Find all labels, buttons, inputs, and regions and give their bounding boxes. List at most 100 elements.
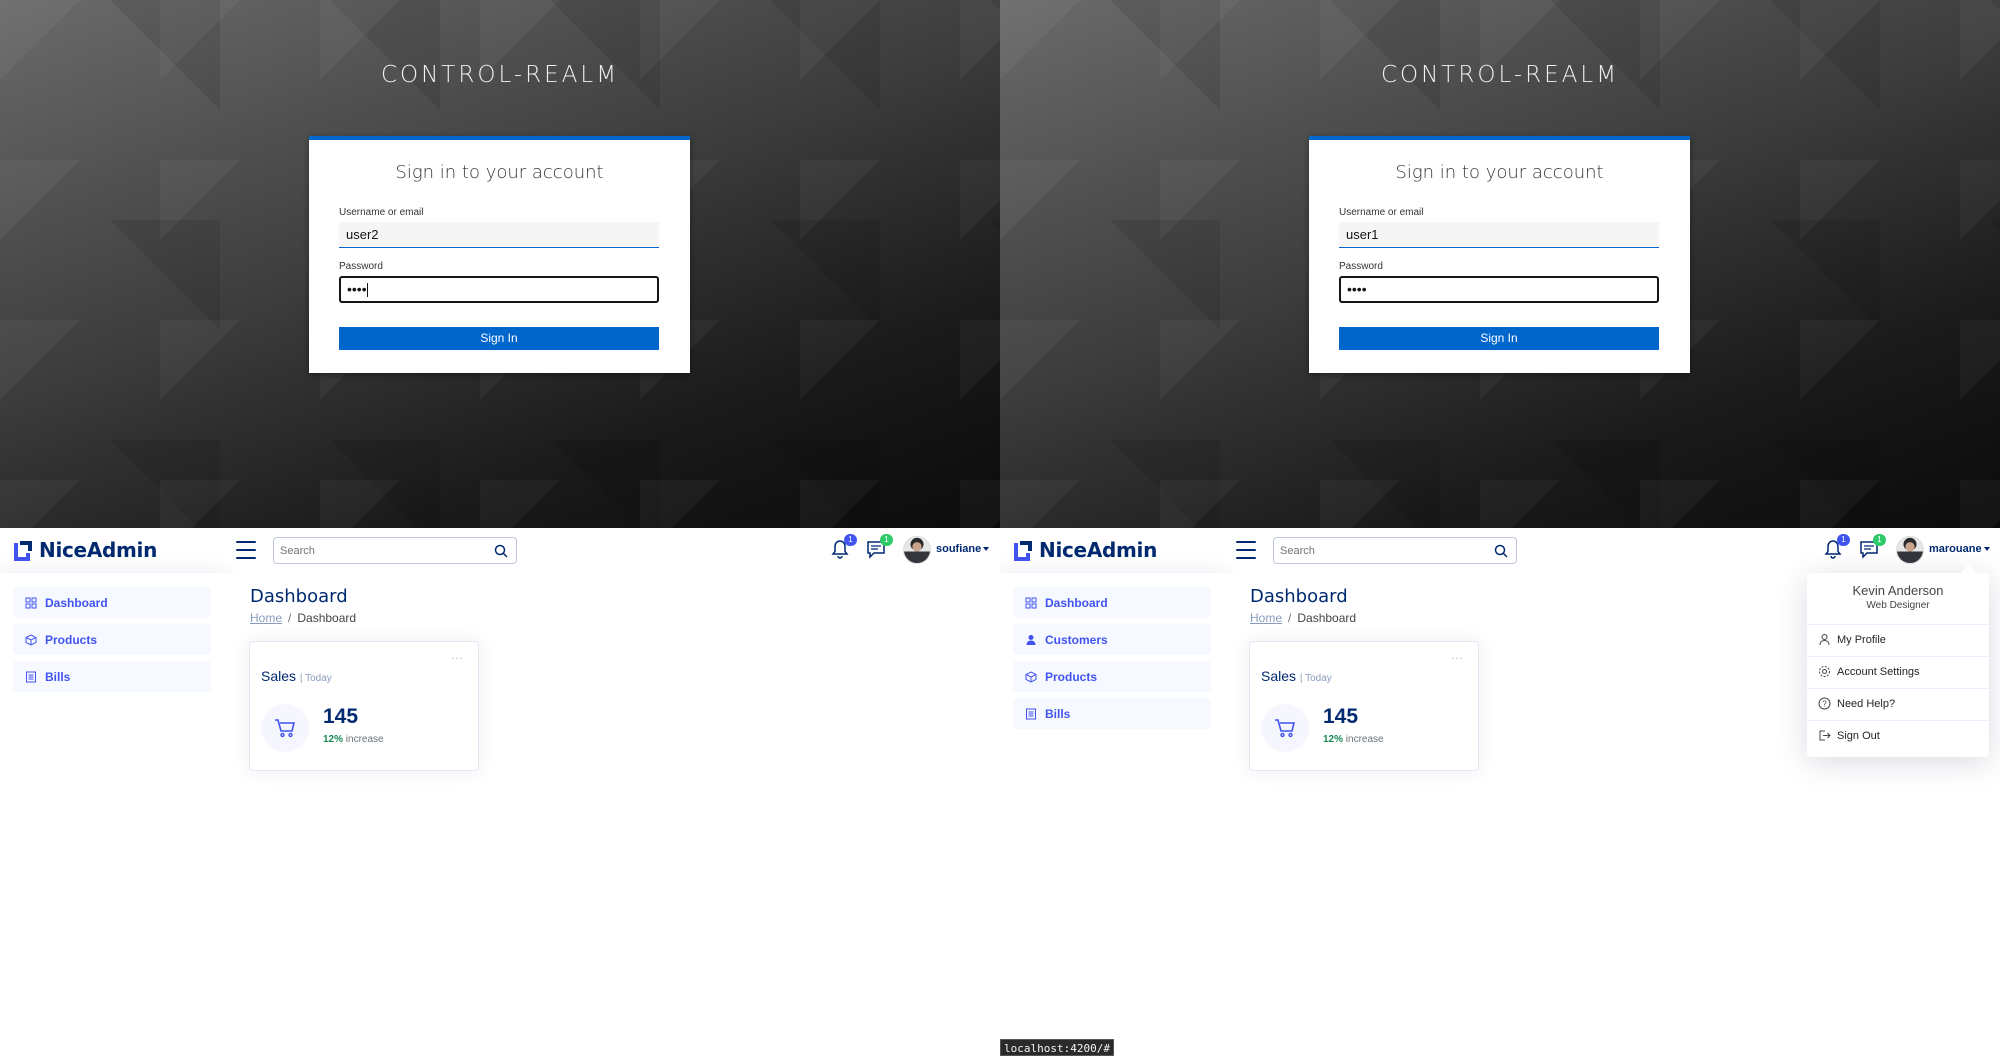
sign-out-item[interactable]: Sign Out (1818, 729, 1880, 742)
question-icon: ? (1818, 697, 1831, 710)
username-input[interactable] (339, 222, 659, 248)
logo-icon (14, 541, 32, 561)
sidebar-item-dashboard[interactable]: Dashboard (1013, 587, 1211, 618)
my-profile-label: My Profile (1837, 633, 1886, 646)
login-card: Sign in to your account Username or emai… (309, 136, 690, 373)
login-window-left: CONTROL-REALM Sign in to your account Us… (0, 0, 1000, 528)
username-label: Username or email (339, 207, 424, 218)
password-value: •••• (347, 281, 367, 297)
search-input[interactable] (280, 541, 480, 561)
toggle-sidebar-button[interactable] (1236, 541, 1256, 559)
search-icon[interactable] (1494, 544, 1508, 558)
my-profile-item[interactable]: My Profile (1818, 633, 1886, 646)
card-title: Sales | Today (1261, 668, 1332, 684)
gear-icon (1819, 666, 1830, 677)
logo[interactable]: NiceAdmin (1012, 538, 1157, 562)
divider (1807, 688, 1989, 689)
account-settings-item[interactable]: Account Settings (1818, 665, 1920, 678)
sales-change-percent: 12% (1323, 734, 1344, 745)
divider (1807, 720, 1989, 721)
notifications-button[interactable]: 1 (830, 534, 857, 560)
sales-change: 12% increase (323, 734, 384, 745)
sidebar-item-label: Products (45, 632, 98, 647)
realm-title: CONTROL-REALM (1380, 62, 1620, 88)
text-cursor (366, 283, 368, 298)
card-title: Sales | Today (261, 668, 332, 684)
logo-text: NiceAdmin (1039, 538, 1158, 562)
breadcrumb-home-link[interactable]: Home (1250, 611, 1282, 625)
logo[interactable]: NiceAdmin (12, 538, 157, 562)
sign-in-button[interactable]: Sign In (1339, 327, 1659, 350)
card-menu-icon[interactable]: ... (1451, 648, 1464, 662)
main-content: Dashboard Home / Dashboard ... Sales | T… (227, 573, 1000, 1057)
password-label: Password (339, 261, 383, 272)
search-bar (273, 537, 517, 564)
sidebar-item-bills[interactable]: Bills (1013, 698, 1211, 729)
sidebar-item-label: Bills (1045, 706, 1071, 721)
person-icon (1026, 634, 1036, 645)
breadcrumb-current: Dashboard (1297, 611, 1357, 625)
sidebar: Dashboard Customers Products Bills (1000, 573, 1227, 1057)
sales-change-percent: 12% (323, 734, 344, 745)
page-title: Dashboard (1250, 586, 1348, 607)
breadcrumb-separator: / (288, 611, 292, 625)
card-menu-icon[interactable]: ... (451, 648, 464, 662)
messages-badge: 1 (880, 534, 893, 546)
sales-change-text: increase (1345, 734, 1384, 745)
dashboard-window-left: NiceAdmin 1 1 soufiane Dashboard (0, 528, 1000, 1057)
status-bar-url: localhost:4200/# (1000, 1039, 1114, 1056)
sidebar-item-customers[interactable]: Customers (1013, 624, 1211, 655)
sidebar-item-label: Dashboard (45, 595, 108, 610)
sign-out-label: Sign Out (1837, 729, 1880, 742)
profile-username[interactable]: soufiane (936, 543, 981, 555)
breadcrumb: Home / Dashboard (1250, 611, 1356, 625)
chevron-down-icon[interactable] (983, 547, 989, 551)
search-icon[interactable] (494, 544, 508, 558)
breadcrumb-home-link[interactable]: Home (250, 611, 282, 625)
realm-title: CONTROL-REALM (380, 62, 620, 88)
search-input[interactable] (1280, 541, 1480, 561)
avatar[interactable] (903, 536, 931, 564)
chevron-down-icon[interactable] (1984, 547, 1990, 551)
toggle-sidebar-button[interactable] (236, 541, 256, 559)
logo-text: NiceAdmin (39, 538, 158, 562)
sidebar-item-products[interactable]: Products (13, 624, 211, 655)
profile-username[interactable]: marouane (1929, 543, 1982, 555)
grid-icon (25, 597, 37, 608)
screenshot-grid: CONTROL-REALM Sign in to your account Us… (0, 0, 2000, 1057)
sign-in-button[interactable]: Sign In (339, 327, 659, 350)
notifications-badge: 1 (1837, 534, 1850, 546)
avatar[interactable] (1896, 536, 1924, 564)
card-subtitle: | Today (299, 673, 332, 684)
sales-card: ... Sales | Today 145 12% increase (249, 641, 479, 771)
sales-card: ... Sales | Today 145 12% increase (1249, 641, 1479, 771)
messages-button[interactable]: 1 (1859, 534, 1886, 560)
list-icon (26, 671, 36, 682)
card-subtitle: | Today (1299, 673, 1332, 684)
notifications-button[interactable]: 1 (1823, 534, 1850, 560)
list-icon (1026, 708, 1036, 719)
need-help-item[interactable]: ? Need Help? (1818, 697, 1895, 710)
dropdown-header: Kevin Anderson Web Designer (1807, 583, 1989, 611)
login-card-title: Sign in to your account (395, 162, 604, 183)
password-label: Password (1339, 261, 1383, 272)
page-title: Dashboard (250, 586, 348, 607)
username-label: Username or email (1339, 207, 1424, 218)
divider (1807, 624, 1989, 625)
messages-button[interactable]: 1 (866, 534, 893, 560)
login-window-right: CONTROL-REALM Sign in to your account Us… (1000, 0, 2000, 528)
search-bar (1273, 537, 1517, 564)
sidebar-item-dashboard[interactable]: Dashboard (13, 587, 211, 618)
sidebar-item-products[interactable]: Products (1013, 661, 1211, 692)
password-input[interactable]: •••• (1339, 276, 1659, 303)
header: NiceAdmin 1 1 marouane (1000, 528, 2000, 573)
sidebar-item-bills[interactable]: Bills (13, 661, 211, 692)
password-input[interactable]: •••• (339, 276, 659, 303)
password-value: •••• (1347, 281, 1367, 297)
messages-badge: 1 (1873, 534, 1886, 546)
username-input[interactable] (1339, 222, 1659, 248)
cart-icon-circle (261, 704, 309, 752)
sidebar-item-label: Bills (45, 669, 71, 684)
sales-value: 145 (323, 705, 359, 728)
cart-icon (1275, 719, 1296, 738)
